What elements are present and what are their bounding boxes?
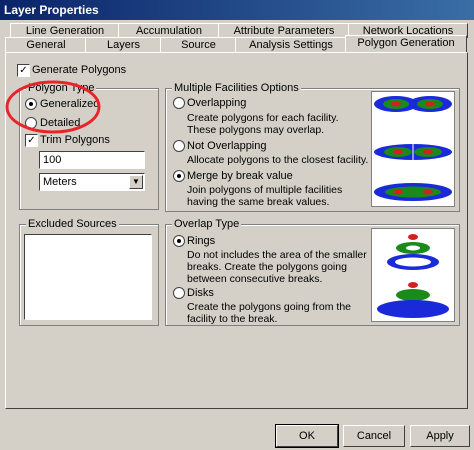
chevron-down-icon[interactable]: ▼ [129, 175, 143, 189]
not-overlapping-label: Not Overlapping [187, 140, 267, 152]
tab-line-generation[interactable]: Line Generation [10, 23, 120, 38]
not-overlapping-desc: Allocate polygons to the closest facilit… [187, 154, 369, 166]
facilities-illustration-graphic [374, 96, 452, 201]
annotation-circle [5, 80, 101, 134]
overlapping-radio[interactable] [173, 97, 185, 109]
disks-label: Disks [187, 287, 214, 299]
overlapping-desc: Create polygons for each facility. These… [187, 112, 339, 136]
facilities-illustration [371, 91, 455, 207]
tab-general[interactable]: General [5, 37, 87, 52]
merge-label: Merge by break value [187, 170, 293, 182]
overlap-type-legend: Overlap Type [172, 218, 242, 230]
multiple-facilities-legend: Multiple Facilities Options [172, 82, 301, 94]
overlap-illustration-graphic [377, 234, 449, 318]
generate-polygons-checkbox[interactable]: ✓ [17, 64, 30, 77]
ok-button[interactable]: OK [275, 424, 339, 448]
merge-desc: Join polygons of multiple facilities hav… [187, 184, 343, 208]
apply-button[interactable]: Apply [410, 425, 470, 447]
trim-distance-input[interactable]: 100 [39, 151, 145, 169]
window-title: Layer Properties [4, 3, 99, 17]
tab-source[interactable]: Source [160, 37, 237, 52]
title-bar: Layer Properties [0, 0, 474, 20]
cancel-button[interactable]: Cancel [343, 425, 405, 447]
overlapping-label: Overlapping [187, 97, 247, 109]
rings-desc: Do not includes the area of the smaller … [187, 249, 367, 285]
excluded-sources-list[interactable] [24, 234, 152, 320]
tab-analysis-settings[interactable]: Analysis Settings [235, 37, 347, 52]
merge-radio[interactable] [173, 170, 185, 182]
excluded-sources-legend: Excluded Sources [26, 218, 119, 230]
not-overlapping-radio[interactable] [173, 140, 185, 152]
overlap-illustration [371, 228, 455, 322]
units-select[interactable]: Meters ▼ [39, 173, 145, 191]
disks-desc: Create the polygons going from the facil… [187, 301, 352, 325]
tab-layers[interactable]: Layers [85, 37, 162, 52]
generate-polygons-label: Generate Polygons [32, 64, 127, 76]
tab-polygon-generation[interactable]: Polygon Generation [345, 35, 467, 52]
rings-label: Rings [187, 235, 216, 247]
disks-radio[interactable] [173, 287, 185, 299]
rings-radio[interactable] [173, 235, 185, 247]
tab-attribute-parameters[interactable]: Attribute Parameters [218, 23, 350, 38]
tab-accumulation[interactable]: Accumulation [118, 23, 220, 38]
units-select-value: Meters [43, 176, 77, 188]
